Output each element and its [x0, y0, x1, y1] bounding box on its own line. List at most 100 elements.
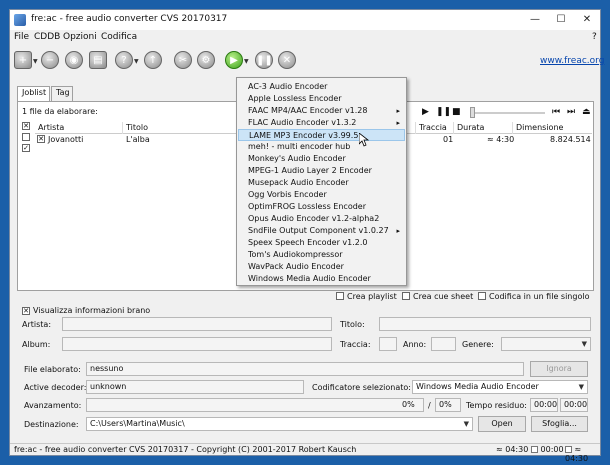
encoder-menu-item[interactable]: Musepack Audio Encoder — [238, 177, 405, 189]
settings-gear-icon[interactable]: ⚙ — [197, 51, 215, 69]
encoder-select-dropdown-icon: ▼ — [578, 383, 584, 391]
menu-help[interactable]: ? — [592, 32, 597, 42]
artist-field[interactable] — [62, 317, 332, 331]
encoder-menu-item[interactable]: FAAC MP4/AAC Encoder v1.28 ▸ — [238, 105, 405, 117]
stop-icon[interactable]: ✕ — [278, 51, 296, 69]
create-playlist-checkbox[interactable] — [336, 292, 344, 300]
cell-duration: ≈ 4:30 — [487, 135, 515, 144]
tools-icon[interactable]: ✂ — [174, 51, 192, 69]
create-playlist-option[interactable]: Crea playlist — [336, 292, 397, 301]
status-indicator-b — [531, 446, 538, 453]
genre-select[interactable]: ▼ — [501, 337, 591, 351]
eject-icon[interactable]: ⏏ — [582, 107, 591, 117]
select-all-checkbox[interactable]: ✕ — [22, 122, 30, 130]
cddb-dropdown-icon[interactable]: ▼ — [134, 58, 139, 65]
encoder-menu-item[interactable]: Monkey's Audio Encoder — [238, 153, 405, 165]
encoder-menu-item[interactable]: Opus Audio Encoder v1.2-alpha2 — [238, 213, 405, 225]
status-time-c-group: ≈ 04:30 — [565, 445, 600, 463]
title-field[interactable] — [379, 317, 591, 331]
progress-total-field: 0% — [435, 398, 461, 412]
create-playlist-label: Crea playlist — [347, 292, 397, 301]
cell-title: L'alba — [126, 135, 150, 144]
close-button[interactable]: ✕ — [574, 10, 600, 30]
maximize-button[interactable]: ☐ — [548, 10, 574, 30]
encoder-menu-item[interactable]: WavPack Audio Encoder — [238, 261, 405, 273]
encoder-menu-item[interactable]: Tom's Audiokompressor — [238, 249, 405, 261]
single-file-checkbox[interactable] — [478, 292, 486, 300]
encoder-menu-item[interactable]: LAME MP3 Encoder v3.99.5 — [238, 129, 405, 141]
create-cue-checkbox[interactable] — [402, 292, 410, 300]
clear-list-icon[interactable]: ▤ — [89, 51, 107, 69]
cddb-submit-icon[interactable]: ↑ — [144, 51, 162, 69]
encoder-menu-item-label: FLAC Audio Encoder v1.3.2 — [248, 118, 357, 127]
menu-codifica[interactable]: Codifica — [101, 32, 137, 42]
status-bar: fre:ac - free audio converter CVS 201703… — [10, 443, 600, 463]
column-track[interactable]: Traccia — [416, 122, 454, 134]
seek-track[interactable] — [470, 112, 545, 114]
website-link[interactable]: www.freac.org — [540, 56, 604, 66]
pause-icon[interactable]: ❚❚ — [255, 51, 273, 69]
encoder-menu-item[interactable]: SndFile Output Component v1.0.27 ▸ — [238, 225, 405, 237]
column-size[interactable]: Dimensione — [513, 122, 592, 134]
encoder-dropdown-icon[interactable]: ▼ — [244, 58, 249, 65]
destination-field[interactable]: C:\Users\Martina\Music\ ▼ — [86, 417, 473, 431]
add-files-icon[interactable]: + — [14, 51, 32, 69]
status-indicator-c — [565, 446, 572, 453]
column-duration[interactable]: Durata — [454, 122, 513, 134]
encoder-menu-item[interactable]: AC-3 Audio Encoder — [238, 81, 405, 93]
pause-player-icon[interactable]: ❚❚ — [436, 107, 451, 117]
start-encode-play-icon[interactable]: ▶ — [225, 51, 243, 69]
remove-icon[interactable]: − — [41, 51, 59, 69]
encoder-menu-item-label: SndFile Output Component v1.0.27 — [248, 226, 389, 235]
show-info-checkbox[interactable]: ✕ — [22, 307, 30, 315]
menu-file[interactable]: File — [14, 32, 29, 42]
next-track-icon[interactable]: ⏭ — [567, 107, 575, 117]
tab-tag[interactable]: Tag — [51, 86, 73, 101]
encoder-menu-item[interactable]: meh! - multi encoder hub — [238, 141, 405, 153]
encoder-menu-item[interactable]: Windows Media Audio Encoder — [238, 273, 405, 285]
seek-slider-handle[interactable] — [470, 107, 475, 118]
encoder-menu-item[interactable]: OptimFROG Lossless Encoder — [238, 201, 405, 213]
select-checkboxes: ✕ ✓ — [22, 122, 34, 155]
album-field[interactable] — [62, 337, 332, 351]
encoder-menu-item-label: LAME MP3 Encoder v3.99.5 — [249, 131, 359, 140]
skip-button[interactable]: Ignora — [530, 361, 588, 377]
single-file-option[interactable]: Codifica in un file singolo — [478, 292, 589, 301]
previous-track-icon[interactable]: ⏮ — [552, 107, 560, 117]
row-checkbox[interactable]: ✕ — [37, 135, 45, 143]
destination-label: Destinazione: — [24, 420, 79, 429]
create-cue-option[interactable]: Crea cue sheet — [402, 292, 473, 301]
column-artist[interactable]: Artista — [35, 122, 123, 134]
minimize-button[interactable]: — — [522, 10, 548, 30]
cell-track: 01 — [443, 135, 454, 144]
encoder-menu-item-label: WavPack Audio Encoder — [248, 262, 344, 271]
encoder-menu-item[interactable]: FLAC Audio Encoder v1.3.2 ▸ — [238, 117, 405, 129]
select-none-checkbox[interactable] — [22, 133, 30, 141]
track-field[interactable] — [379, 337, 397, 351]
status-text: fre:ac - free audio converter CVS 201703… — [14, 445, 357, 454]
show-info-option[interactable]: ✕ Visualizza informazioni brano — [22, 306, 150, 315]
encoder-menu-item-label: Opus Audio Encoder v1.2-alpha2 — [248, 214, 380, 223]
play-icon[interactable]: ▶ — [422, 107, 429, 117]
time-left-field: 00:00 — [530, 398, 558, 412]
encoder-menu-item[interactable]: Speex Speech Encoder v1.2.0 — [238, 237, 405, 249]
menu-cddb[interactable]: CDDB — [34, 32, 60, 42]
open-button[interactable]: Open — [478, 416, 526, 432]
add-dropdown-icon[interactable]: ▼ — [33, 58, 38, 65]
menu-opzioni[interactable]: Opzioni — [63, 32, 97, 42]
tab-joblist[interactable]: Joblist — [17, 86, 50, 101]
year-field[interactable] — [431, 337, 456, 351]
encoder-menu-item[interactable]: Apple Lossless Encoder — [238, 93, 405, 105]
cd-icon[interactable]: ◉ — [65, 51, 83, 69]
encoder-menu-item-label: AC-3 Audio Encoder — [248, 82, 328, 91]
browse-button[interactable]: Sfoglia... — [531, 416, 588, 432]
stop-player-icon[interactable]: ■ — [452, 107, 461, 117]
destination-value: C:\Users\Martina\Music\ — [90, 419, 185, 428]
cddb-query-icon[interactable]: ? — [115, 51, 133, 69]
toggle-selection-checkbox[interactable]: ✓ — [22, 144, 30, 152]
encoder-menu-item-label: Monkey's Audio Encoder — [248, 154, 346, 163]
encoder-menu-item[interactable]: MPEG-1 Audio Layer 2 Encoder — [238, 165, 405, 177]
encoder-menu-item-label: FAAC MP4/AAC Encoder v1.28 — [248, 106, 368, 115]
selected-encoder-select[interactable]: Windows Media Audio Encoder ▼ — [412, 380, 588, 394]
encoder-menu-item[interactable]: Ogg Vorbis Encoder — [238, 189, 405, 201]
